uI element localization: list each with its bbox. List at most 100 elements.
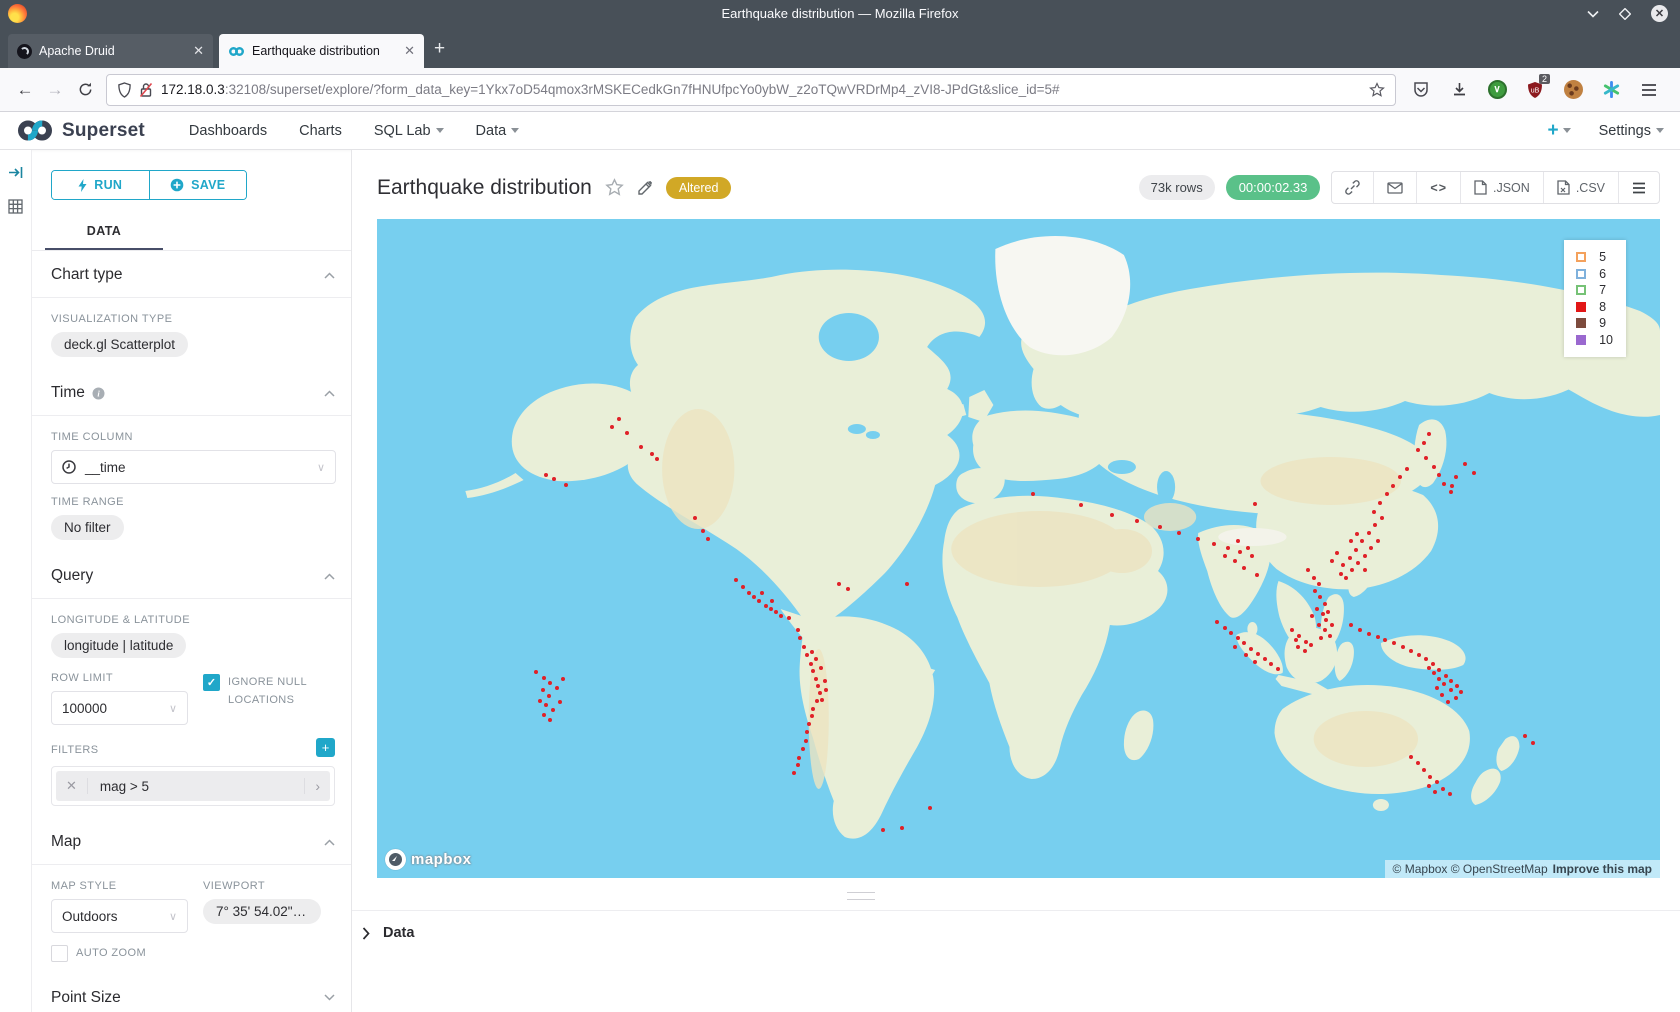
window-maximize-icon[interactable] bbox=[1619, 8, 1631, 20]
window-close-icon[interactable]: ✕ bbox=[1651, 5, 1668, 22]
dataset-grid-icon[interactable] bbox=[8, 199, 23, 214]
new-tab-button[interactable]: + bbox=[434, 38, 445, 60]
shield-permissions-icon[interactable] bbox=[117, 82, 132, 98]
legend-item[interactable]: 9 bbox=[1576, 315, 1613, 332]
chart-menu-button[interactable] bbox=[1618, 172, 1659, 203]
section-point-size[interactable]: Point Size bbox=[51, 967, 335, 1012]
superset-navbar: Superset Dashboards Charts SQL Lab Data … bbox=[0, 112, 1680, 150]
deckgl-map[interactable]: 5678910 mapbox © Mapbox © OpenStreetMap … bbox=[377, 219, 1660, 878]
add-new-button[interactable]: + bbox=[1547, 120, 1570, 142]
tab-close-icon[interactable]: ✕ bbox=[404, 43, 415, 59]
url-bar[interactable]: 172.18.0.3:32108/superset/explore/?form_… bbox=[106, 74, 1396, 106]
expand-panel-icon[interactable] bbox=[8, 166, 23, 179]
time-range-value[interactable]: No filter bbox=[51, 515, 124, 540]
viewport-value[interactable]: 7° 35' 54.02" | 31... bbox=[203, 899, 321, 924]
chevron-down-icon bbox=[511, 128, 519, 133]
chevron-down-icon: ∨ bbox=[169, 702, 177, 715]
export-json-button[interactable]: .JSON bbox=[1460, 172, 1543, 203]
nav-item-charts[interactable]: Charts bbox=[299, 123, 342, 139]
improve-map-link[interactable]: Improve this map bbox=[1553, 862, 1652, 876]
visualization-type-value[interactable]: deck.gl Scatterplot bbox=[51, 332, 188, 357]
chevron-up-icon bbox=[324, 573, 335, 580]
ublock-badge: 2 bbox=[1539, 74, 1550, 84]
chevron-up-icon bbox=[324, 272, 335, 279]
panel-tabs: DATA bbox=[32, 213, 351, 251]
tab-data[interactable]: DATA bbox=[45, 213, 163, 250]
section-map[interactable]: Map bbox=[51, 818, 335, 864]
map-style-select[interactable]: Outdoors ∨ bbox=[51, 899, 188, 933]
tab-close-icon[interactable]: ✕ bbox=[193, 43, 204, 59]
auto-zoom-checkbox[interactable] bbox=[51, 945, 68, 962]
legend-item[interactable]: 5 bbox=[1576, 249, 1613, 266]
window-title: Earthquake distribution — Mozilla Firefo… bbox=[722, 6, 959, 21]
export-csv-button[interactable]: .CSV bbox=[1543, 172, 1618, 203]
nav-item-sql-lab[interactable]: SQL Lab bbox=[374, 123, 444, 139]
nav-item-dashboards[interactable]: Dashboards bbox=[189, 123, 267, 139]
email-button[interactable] bbox=[1373, 172, 1416, 203]
toolbar-extensions: ∨ uB 2 bbox=[1406, 79, 1670, 101]
settings-menu[interactable]: Settings bbox=[1599, 123, 1664, 139]
chevron-down-icon: ∨ bbox=[169, 910, 177, 923]
superset-logo-icon bbox=[16, 119, 54, 142]
section-title: Query bbox=[51, 567, 93, 585]
data-panel-collapsed[interactable]: Data bbox=[352, 910, 1680, 941]
pocket-icon[interactable] bbox=[1410, 79, 1432, 101]
favorite-star-icon[interactable] bbox=[605, 178, 624, 197]
section-query[interactable]: Query bbox=[51, 552, 335, 598]
mapbox-wordmark: mapbox bbox=[411, 851, 472, 868]
url-text: 172.18.0.3:32108/superset/explore/?form_… bbox=[161, 82, 1369, 97]
map-style-label: MAP STYLE bbox=[51, 880, 203, 892]
cookie-icon[interactable] bbox=[1562, 79, 1584, 101]
mapbox-logo[interactable]: mapbox bbox=[385, 849, 472, 870]
superset-logo[interactable]: Superset bbox=[16, 119, 145, 142]
mapbox-logo-icon bbox=[385, 849, 406, 870]
copy-link-button[interactable] bbox=[1332, 172, 1373, 203]
section-chart-type[interactable]: Chart type bbox=[51, 251, 335, 297]
reload-button[interactable] bbox=[70, 75, 100, 105]
data-panel-label: Data bbox=[383, 925, 414, 941]
window-titlebar: Earthquake distribution — Mozilla Firefo… bbox=[0, 0, 1680, 27]
altered-badge[interactable]: Altered bbox=[666, 177, 732, 199]
menu-hamburger-icon[interactable] bbox=[1638, 79, 1660, 101]
row-limit-label: ROW LIMIT bbox=[51, 672, 203, 684]
code-icon: <> bbox=[1430, 181, 1447, 195]
edit-properties-icon[interactable] bbox=[637, 180, 653, 196]
chevron-right-icon[interactable]: › bbox=[304, 778, 330, 794]
filter-item[interactable]: ✕ mag > 5 › bbox=[56, 771, 330, 801]
keepassxc-icon[interactable]: ∨ bbox=[1486, 79, 1508, 101]
tab-label: Earthquake distribution bbox=[252, 44, 397, 58]
ublock-origin-icon[interactable]: uB 2 bbox=[1524, 79, 1546, 101]
window-minimize-icon[interactable] bbox=[1587, 10, 1599, 18]
row-limit-value: 100000 bbox=[62, 701, 107, 716]
row-limit-select[interactable]: 100000 ∨ bbox=[51, 691, 188, 725]
tab-bar: Apache Druid ✕ Earthquake distribution ✕… bbox=[0, 27, 1680, 68]
legend-item[interactable]: 8 bbox=[1576, 299, 1613, 316]
section-time[interactable]: Time i bbox=[51, 369, 335, 415]
map-legend: 5678910 bbox=[1564, 240, 1626, 357]
save-button[interactable]: SAVE bbox=[149, 171, 247, 199]
download-icon[interactable] bbox=[1448, 79, 1470, 101]
time-column-select[interactable]: __time ∨ bbox=[51, 450, 336, 484]
file-json-icon bbox=[1474, 180, 1487, 195]
nav-item-data[interactable]: Data bbox=[476, 123, 520, 139]
legend-item[interactable]: 6 bbox=[1576, 266, 1613, 283]
embed-code-button[interactable]: <> bbox=[1416, 172, 1460, 203]
bookmark-star-icon[interactable] bbox=[1369, 82, 1385, 98]
extension-asterisk-icon[interactable] bbox=[1600, 79, 1622, 101]
panel-resize-handle[interactable] bbox=[847, 892, 875, 900]
back-button[interactable]: ← bbox=[10, 75, 40, 105]
remove-filter-icon[interactable]: ✕ bbox=[56, 778, 88, 794]
row-count-pill: 73k rows bbox=[1139, 175, 1215, 200]
legend-item[interactable]: 10 bbox=[1576, 332, 1613, 349]
tab-earthquake-distribution[interactable]: Earthquake distribution ✕ bbox=[219, 34, 424, 68]
ignore-null-checkbox[interactable]: ✓ bbox=[203, 674, 220, 691]
run-button[interactable]: RUN bbox=[52, 171, 149, 199]
chevron-down-icon bbox=[436, 128, 444, 133]
forward-button[interactable]: → bbox=[40, 75, 70, 105]
lock-insecure-icon[interactable] bbox=[139, 82, 153, 98]
tab-apache-druid[interactable]: Apache Druid ✕ bbox=[8, 34, 213, 68]
lonlat-value[interactable]: longitude | latitude bbox=[51, 633, 186, 658]
legend-item[interactable]: 7 bbox=[1576, 282, 1613, 299]
attribution-text: © Mapbox © OpenStreetMap bbox=[1393, 862, 1548, 876]
add-filter-button[interactable]: + bbox=[316, 738, 335, 757]
